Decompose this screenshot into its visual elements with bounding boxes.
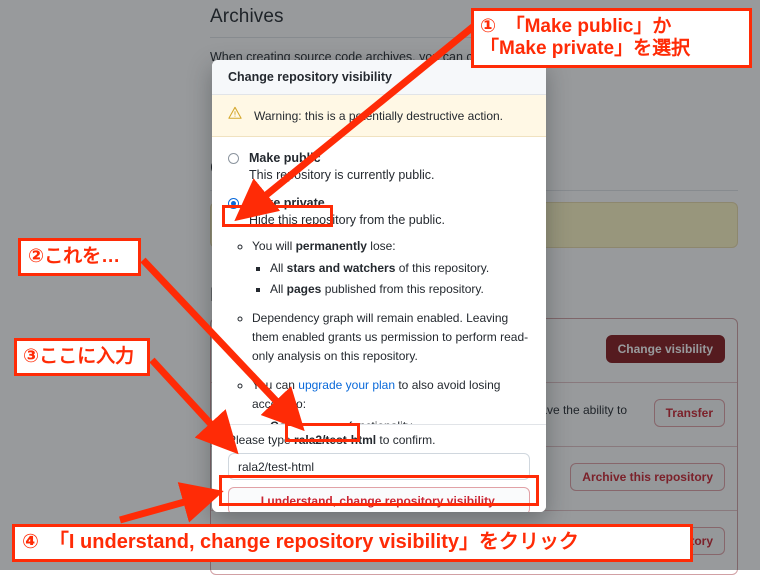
- option-description: Hide this repository from the public.: [249, 213, 445, 227]
- list-item: All pages published from this repository…: [270, 280, 530, 299]
- list-item-text: You can: [252, 378, 299, 392]
- list-item: You can upgrade your plan to also avoid …: [252, 376, 530, 429]
- list-item-bold: stars and watchers: [286, 261, 396, 275]
- list-item: You will permanently lose: All stars and…: [252, 237, 530, 299]
- option-label: Make private: [249, 196, 325, 210]
- confirm-repo-input[interactable]: [228, 453, 530, 480]
- list-item: All stars and watchers of this repositor…: [270, 259, 530, 278]
- option-label: Make public: [249, 151, 321, 165]
- list-item: Dependency graph will remain enabled. Le…: [252, 309, 530, 366]
- list-item-text-end: lose:: [366, 239, 396, 253]
- dialog-title: Change repository visibility: [228, 70, 392, 84]
- dialog-header: Change repository visibility: [212, 60, 546, 95]
- confirm-change-visibility-button[interactable]: I understand, change repository visibili…: [228, 487, 530, 512]
- confirm-instruction: Please type rala2/test-html to confirm.: [228, 433, 530, 447]
- dialog-footer: Please type rala2/test-html to confirm. …: [212, 424, 546, 512]
- dialog-body: Make public This repository is currently…: [212, 137, 546, 429]
- radio-make-private-icon[interactable]: [228, 198, 239, 209]
- list-item-text: All: [270, 261, 287, 275]
- option-description: This repository is currently public.: [249, 168, 435, 182]
- list-item-bold: permanently: [295, 239, 367, 253]
- list-item-text: You will: [252, 239, 296, 253]
- list-item-text-end: published from this repository.: [321, 282, 484, 296]
- warning-text: Warning: this is a potentially destructi…: [254, 108, 504, 123]
- list-item-text-end: of this repository.: [395, 261, 490, 275]
- option-make-public[interactable]: Make public This repository is currently…: [228, 151, 530, 184]
- screenshot-root: Archives When creating source code archi…: [0, 0, 760, 575]
- list-item-text: All: [270, 282, 287, 296]
- change-visibility-dialog: Change repository visibility Warning: th…: [212, 60, 546, 512]
- confirm-prefix: Please type: [228, 433, 295, 447]
- warning-banner: Warning: this is a potentially destructi…: [212, 95, 546, 137]
- list-item-bold: pages: [286, 282, 322, 296]
- warning-triangle-icon: [228, 106, 242, 125]
- confirm-repo-name: rala2/test-html: [294, 433, 377, 447]
- confirm-suffix: to confirm.: [376, 433, 436, 447]
- upgrade-plan-link[interactable]: upgrade your plan: [298, 378, 395, 392]
- sub-list: All stars and watchers of this repositor…: [252, 259, 530, 299]
- list-item-text: Dependency graph will remain enabled. Le…: [252, 311, 529, 363]
- consequences-list: You will permanently lose: All stars and…: [228, 237, 530, 429]
- option-make-private[interactable]: Make private Hide this repository from t…: [228, 196, 530, 229]
- radio-make-public-icon[interactable]: [228, 153, 239, 164]
